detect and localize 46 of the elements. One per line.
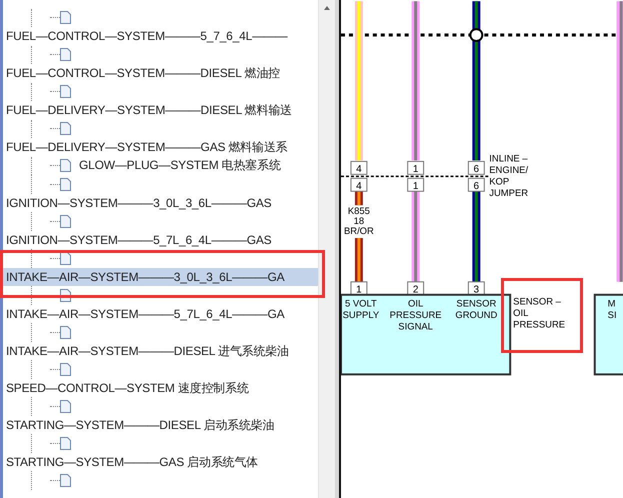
splice-icon	[470, 28, 484, 42]
tree-item[interactable]: INTAKE—AIR—SYSTEM———3_0L_3_6L———GA	[3, 268, 318, 286]
tree-item[interactable]: STARTING—SYSTEM———GAS 启动系统气体	[3, 452, 258, 471]
pin-box: 1	[350, 281, 368, 296]
pin-function: SENSOR GROUND	[456, 298, 498, 322]
page-icon	[60, 436, 71, 450]
page-icon	[60, 474, 71, 487]
tree-item[interactable]: GLOW—PLUG—SYSTEM 电热塞系统	[79, 157, 281, 174]
scrollbar[interactable]	[318, 0, 336, 498]
component-label: SENSOR – OIL PRESSURE	[514, 296, 566, 331]
wire-label: K855 18 BR/OR	[344, 206, 374, 238]
page-icon	[60, 326, 71, 339]
tree-item[interactable]: IGNITION—SYSTEM———3_0L_3_6L———GAS	[3, 194, 272, 212]
tree-item[interactable]: FUEL—DELIVERY—SYSTEM———GAS 燃料输送系	[3, 138, 288, 156]
pin-function: OIL PRESSURE SIGNAL	[390, 298, 442, 333]
pin-box: 1	[408, 160, 424, 175]
pin-box: 4	[350, 160, 368, 175]
page-icon	[60, 214, 71, 228]
page-icon	[60, 178, 71, 191]
pin-box: 2	[408, 281, 424, 296]
tree-item[interactable]: INTAKE—AIR—SYSTEM———DIESEL 进气系统柴油	[3, 342, 289, 360]
tree-item[interactable]: INTAKE—AIR—SYSTEM———5_7L_6_4L———GA	[3, 304, 284, 323]
pin-function: 5 VOLT SUPPLY	[343, 298, 380, 322]
tree-item[interactable]: STARTING—SYSTEM———DIESEL 启动系统柴油	[3, 416, 274, 434]
page-icon	[60, 85, 71, 98]
page-icon	[60, 122, 71, 136]
page-icon	[60, 400, 71, 413]
page-icon	[60, 48, 71, 62]
scroll-up-icon[interactable]	[323, 4, 332, 12]
tree-item[interactable]: FUEL—CONTROL—SYSTEM———DIESEL 燃油控	[3, 64, 280, 82]
pin-box: 6	[468, 178, 486, 192]
page-icon	[60, 362, 71, 376]
pin-box: 3	[468, 281, 486, 296]
page-icon	[60, 11, 71, 24]
pin-box: 6	[468, 160, 486, 175]
tree-item[interactable]: SPEED—CONTROL—SYSTEM 速度控制系统	[3, 378, 249, 397]
tree-item[interactable]: FUEL—DELIVERY—SYSTEM———DIESEL 燃料输送	[3, 101, 292, 120]
page-icon	[60, 159, 71, 172]
wire	[355, 238, 364, 283]
component-label: M SI	[608, 298, 617, 322]
tree-item[interactable]: IGNITION—SYSTEM———5_7L_6_4L———GAS	[3, 230, 272, 249]
tree-item[interactable]: FUEL—CONTROL—SYSTEM———5_7_6_4L———	[3, 27, 288, 46]
pin-box: 4	[350, 178, 368, 192]
pin-box: 1	[408, 178, 424, 192]
page-icon	[60, 252, 71, 265]
connector-label: INLINE – ENGINE/ KOP JUMPER	[490, 153, 528, 199]
